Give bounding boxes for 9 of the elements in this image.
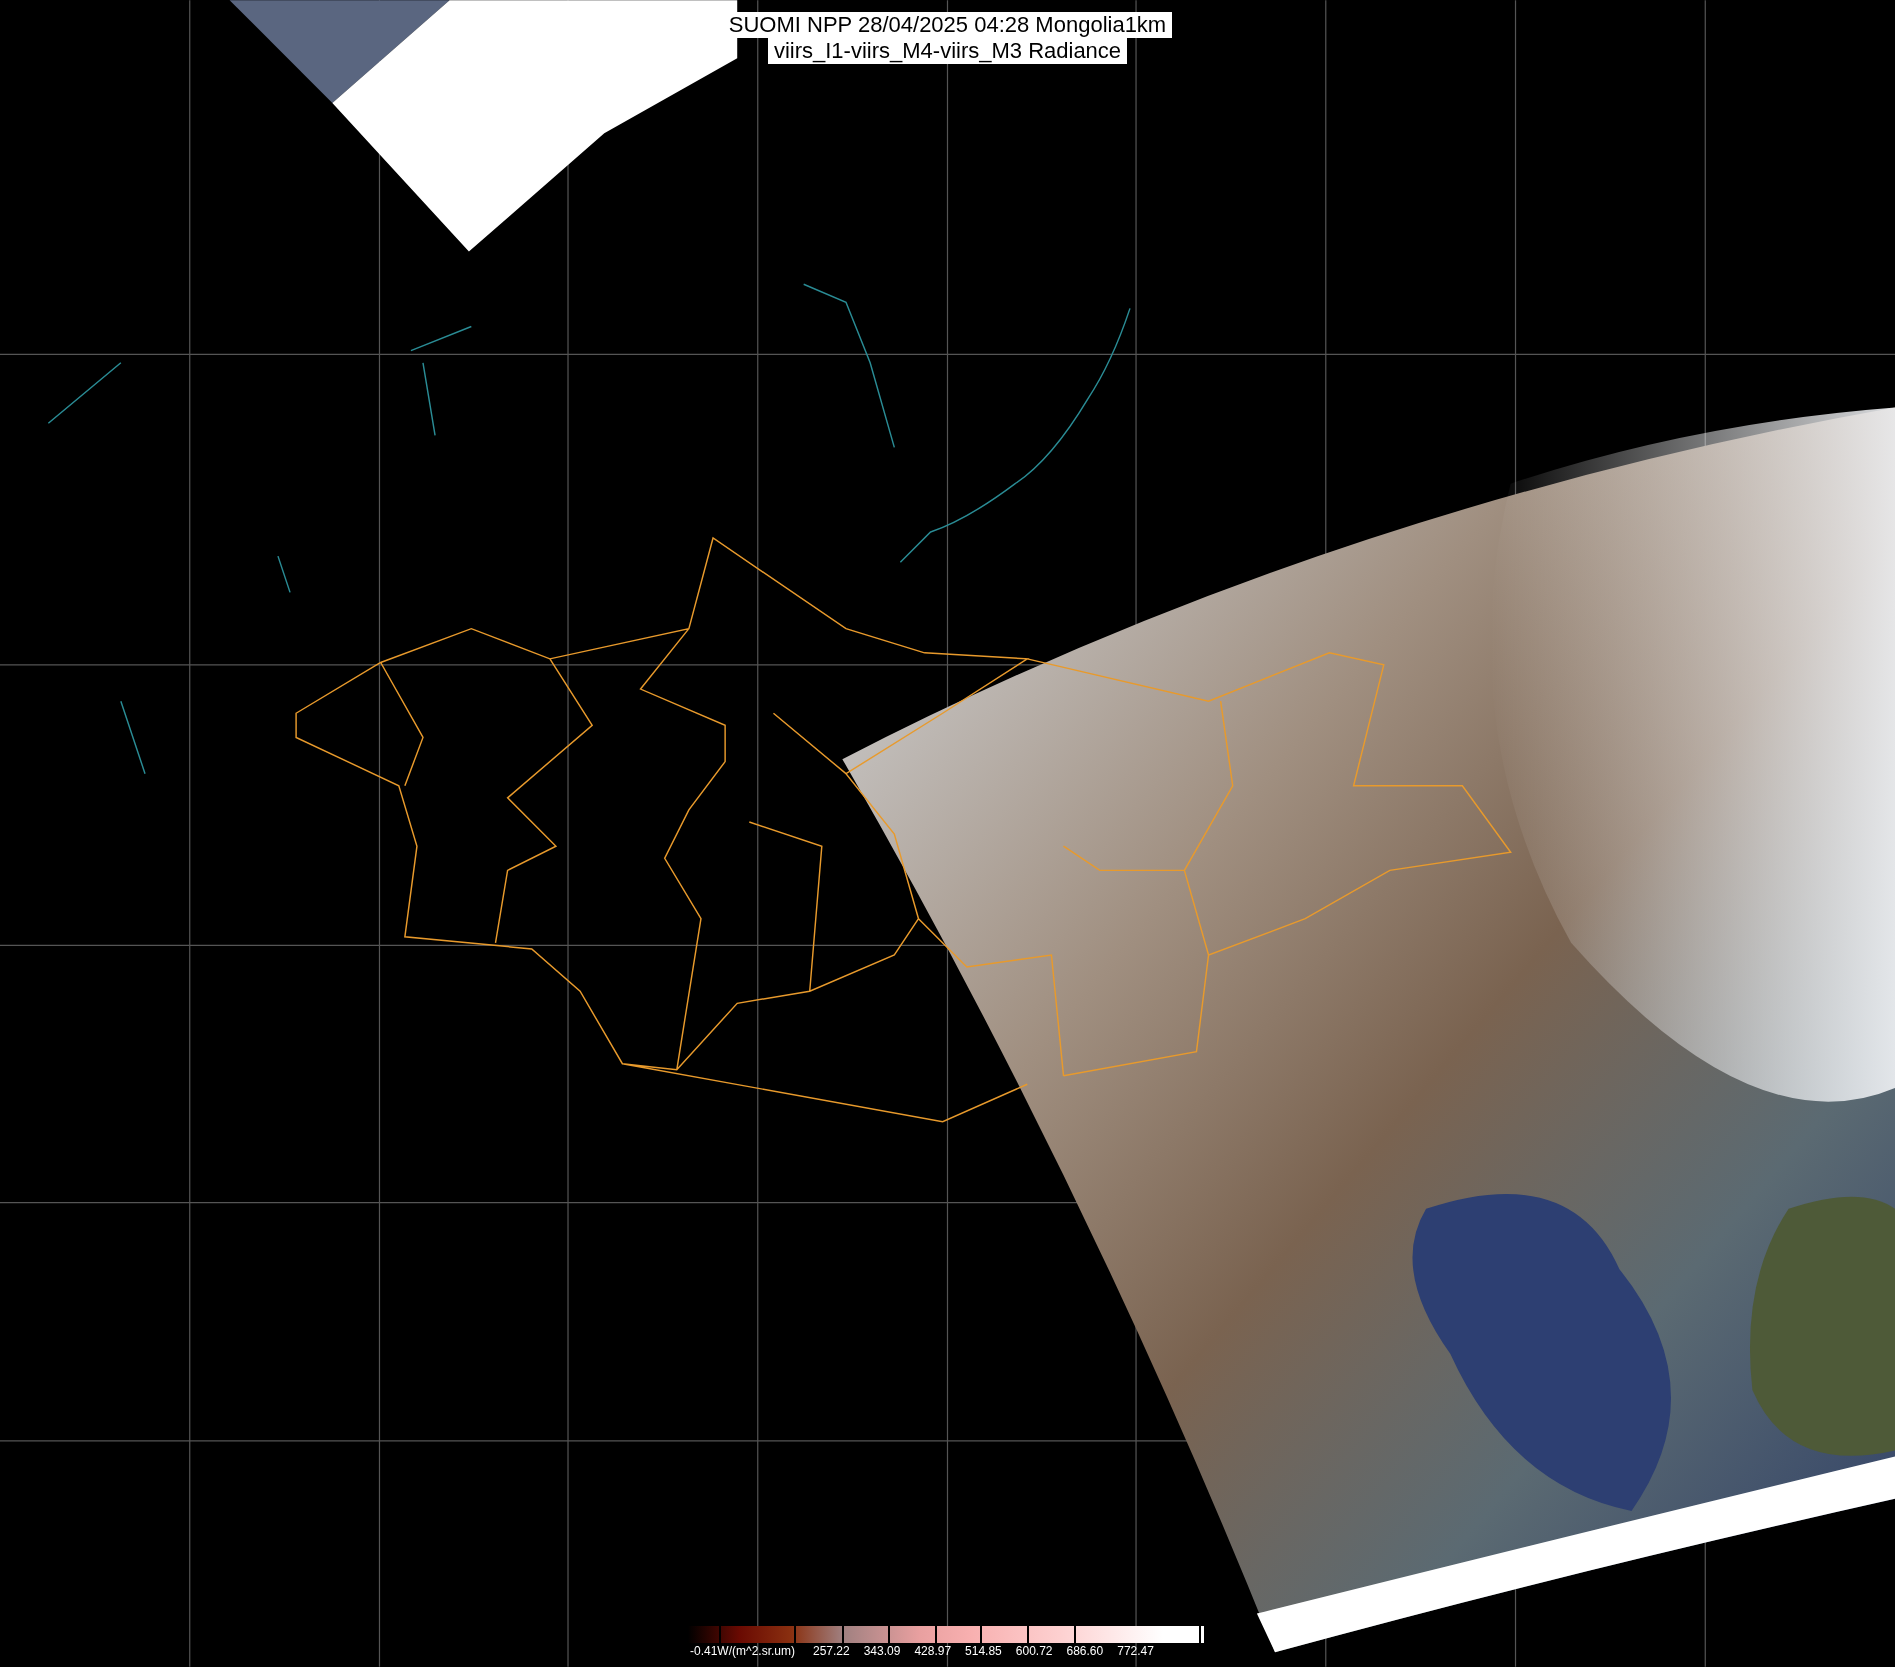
scale-label: 257.22	[813, 1644, 850, 1658]
scale-label: 600.72	[1015, 1644, 1053, 1658]
scale-label: 343.09	[863, 1644, 901, 1658]
scale-label: 686.60	[1066, 1644, 1104, 1658]
scale-label: 514.85	[965, 1644, 1002, 1658]
scale-label: 428.97	[914, 1644, 952, 1658]
map-title: viirs_I1-viirs_M4-viirs_M3 Radiance	[767, 38, 1128, 64]
scale-label: -0.41W/(m^2.sr.um)	[690, 1644, 795, 1658]
scale-label: 772.47	[1117, 1644, 1154, 1658]
